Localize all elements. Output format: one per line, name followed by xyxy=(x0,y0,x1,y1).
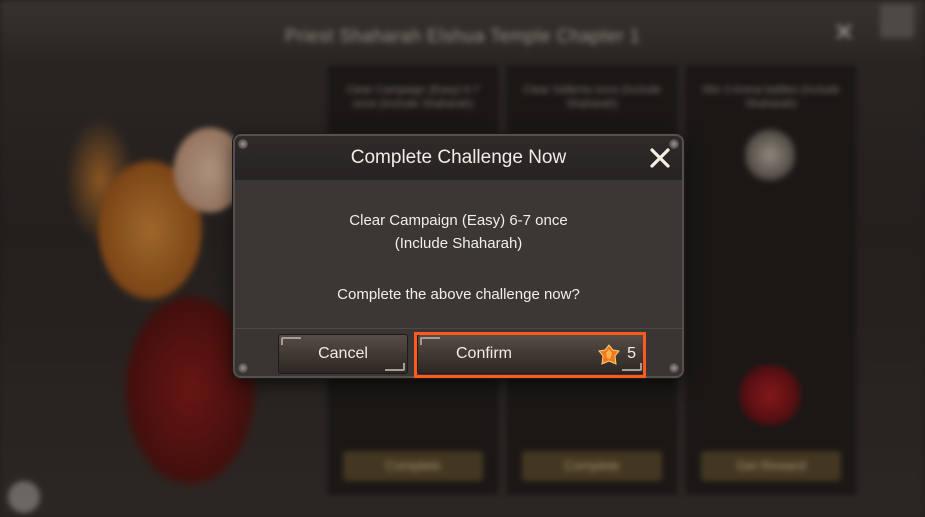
cost-value: 5 xyxy=(627,345,636,362)
cancel-button[interactable]: Cancel xyxy=(278,334,408,374)
footer-divider xyxy=(235,328,682,329)
corner-ornament xyxy=(238,363,248,373)
corner-ornament xyxy=(669,139,679,149)
challenge-condition: (Include Shaharah) xyxy=(394,235,523,252)
confirmation-question: Complete the above challenge now? xyxy=(337,286,580,303)
confirm-button-label: Confirm xyxy=(456,345,513,362)
dialog-title: Complete Challenge Now xyxy=(350,147,567,168)
confirm-button[interactable]: Confirm 5 xyxy=(417,334,645,374)
corner-ornament xyxy=(238,139,248,149)
dialog-body: Clear Campaign (Easy) 6-7 once (Include … xyxy=(235,180,682,328)
fire-crystal-icon xyxy=(598,344,620,366)
challenge-description: Clear Campaign (Easy) 6-7 once xyxy=(349,212,568,229)
cancel-button-label: Cancel xyxy=(318,345,368,362)
dialog-header: Complete Challenge Now xyxy=(235,136,682,181)
complete-challenge-dialog: Complete Challenge Now Clear Campaign (E… xyxy=(233,134,684,378)
close-icon[interactable] xyxy=(646,144,674,172)
corner-ornament xyxy=(669,363,679,373)
